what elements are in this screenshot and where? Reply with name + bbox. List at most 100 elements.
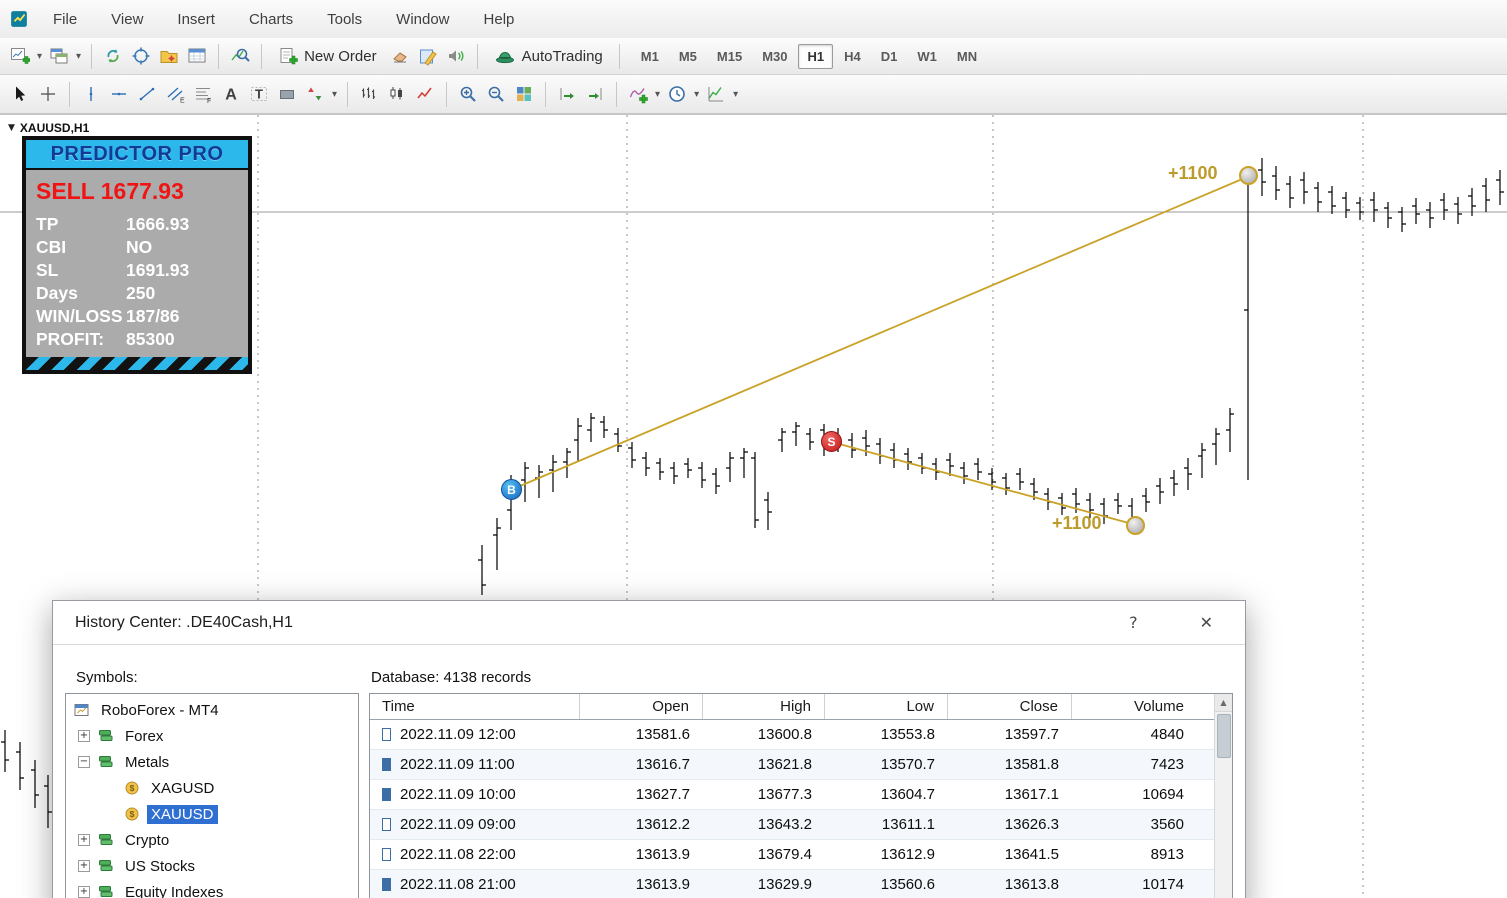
zoom-out-button[interactable]: [482, 80, 510, 108]
table-row[interactable]: 2022.11.08 21:00 13613.9 13629.9 13560.6…: [370, 870, 1232, 898]
menu-window[interactable]: Window: [379, 11, 466, 28]
scrollbar-thumb[interactable]: [1217, 714, 1231, 758]
timeframe-h1[interactable]: H1: [798, 43, 834, 69]
vertical-line-button[interactable]: [77, 80, 105, 108]
column-low[interactable]: Low: [825, 694, 948, 719]
chevron-down-icon[interactable]: ▾: [691, 89, 702, 100]
column-open[interactable]: Open: [580, 694, 703, 719]
horizontal-line-button[interactable]: [105, 80, 133, 108]
menu-tools[interactable]: Tools: [310, 11, 379, 28]
timeframe-mn[interactable]: MN: [948, 44, 986, 69]
tile-windows-button[interactable]: [510, 80, 538, 108]
expand-icon[interactable]: +: [78, 730, 90, 742]
menu-file[interactable]: File: [36, 11, 94, 28]
buy-signal-marker[interactable]: B: [501, 479, 522, 500]
sell-signal-marker[interactable]: S: [821, 431, 842, 452]
candlestick-mode-button[interactable]: [383, 80, 411, 108]
collapse-expand-icon[interactable]: −: [78, 756, 90, 768]
time-cell: 2022.11.09 10:00: [370, 780, 580, 809]
dialog-titlebar[interactable]: History Center: .DE40Cash,H1 ? ✕: [53, 601, 1245, 645]
chart-shift-button[interactable]: [581, 80, 609, 108]
menu-help[interactable]: Help: [467, 11, 532, 28]
eraser-button[interactable]: [386, 42, 414, 70]
table-row[interactable]: 2022.11.09 12:00 13581.6 13600.8 13553.8…: [370, 720, 1232, 750]
autotrading-button[interactable]: AutoTrading: [485, 41, 612, 71]
channel-button[interactable]: E: [161, 80, 189, 108]
zoom-out-icon: [488, 86, 504, 102]
bar-chart-mode-button[interactable]: [355, 80, 383, 108]
tree-item-crypto[interactable]: + Crypto: [66, 827, 358, 853]
arrows-button[interactable]: [301, 80, 329, 108]
predictor-row: CBI NO: [36, 236, 238, 259]
templates-button[interactable]: [702, 80, 730, 108]
new-chart-button[interactable]: [6, 42, 34, 70]
fibonacci-button[interactable]: F: [189, 80, 217, 108]
navigator-button[interactable]: [155, 42, 183, 70]
tree-item-forex[interactable]: + Forex: [66, 723, 358, 749]
timeframe-d1[interactable]: D1: [872, 44, 907, 69]
terminal-button[interactable]: [183, 42, 211, 70]
column-volume[interactable]: Volume: [1072, 694, 1197, 719]
tree-root-account[interactable]: RoboForex - MT4: [66, 697, 358, 723]
row-value: 1691.93: [126, 260, 190, 280]
column-close[interactable]: Close: [948, 694, 1072, 719]
periods-button[interactable]: [663, 80, 691, 108]
tree-item-xauusd[interactable]: $ XAUUSD: [66, 801, 358, 827]
chevron-down-icon[interactable]: ▾: [73, 51, 84, 62]
table-row[interactable]: 2022.11.09 10:00 13627.7 13677.3 13604.7…: [370, 780, 1232, 810]
profiles-button[interactable]: [45, 42, 73, 70]
refresh-button[interactable]: [99, 42, 127, 70]
line-chart-mode-button[interactable]: [411, 80, 439, 108]
text-tool-button[interactable]: A: [217, 80, 245, 108]
menu-charts[interactable]: Charts: [232, 11, 310, 28]
open-cell: 13627.7: [635, 786, 690, 803]
metaeditor-button[interactable]: [414, 42, 442, 70]
chevron-down-icon[interactable]: ▾: [34, 51, 45, 62]
table-row[interactable]: 2022.11.09 11:00 13616.7 13621.8 13570.7…: [370, 750, 1232, 780]
timeframe-h4[interactable]: H4: [835, 44, 870, 69]
column-high[interactable]: High: [703, 694, 825, 719]
chevron-down-icon[interactable]: ▾: [652, 89, 663, 100]
label-tool-button[interactable]: T: [245, 80, 273, 108]
database-records-label: Database: 4138 records: [371, 669, 532, 686]
expand-icon[interactable]: +: [78, 860, 90, 872]
trendline-button[interactable]: [133, 80, 161, 108]
tree-item-metals[interactable]: − Metals: [66, 749, 358, 775]
market-watch-button[interactable]: [127, 42, 155, 70]
table-row[interactable]: 2022.11.09 09:00 13612.2 13643.2 13611.1…: [370, 810, 1232, 840]
indicators-button[interactable]: [624, 80, 652, 108]
shapes-button[interactable]: [273, 80, 301, 108]
new-order-button[interactable]: New Order: [269, 41, 386, 71]
crosshair-button[interactable]: [34, 80, 62, 108]
timeframe-m1[interactable]: M1: [632, 44, 668, 69]
chevron-down-icon[interactable]: ▾: [730, 89, 741, 100]
table-scrollbar[interactable]: ▲: [1214, 694, 1232, 898]
scroll-up-icon[interactable]: ▲: [1215, 694, 1232, 712]
cursor-button[interactable]: [6, 80, 34, 108]
timeframe-w1[interactable]: W1: [908, 44, 946, 69]
column-time[interactable]: Time: [370, 694, 580, 719]
tree-item-us-stocks[interactable]: + US Stocks: [66, 853, 358, 879]
auto-scroll-button[interactable]: [553, 80, 581, 108]
timeframe-m30[interactable]: M30: [753, 44, 796, 69]
trendline-endpoint-icon[interactable]: [1126, 516, 1145, 535]
expand-icon[interactable]: +: [78, 886, 90, 898]
trendline-endpoint-icon[interactable]: [1239, 166, 1258, 185]
timeframe-m5[interactable]: M5: [670, 44, 706, 69]
chevron-down-icon[interactable]: ▾: [329, 89, 340, 100]
collapse-icon[interactable]: ▼: [8, 123, 15, 133]
menu-insert[interactable]: Insert: [160, 11, 232, 28]
timeframe-m15[interactable]: M15: [708, 44, 751, 69]
svg-text:$: $: [130, 783, 135, 793]
close-button[interactable]: ✕: [1190, 609, 1223, 636]
expand-icon[interactable]: +: [78, 834, 90, 846]
tree-item-equity-indexes[interactable]: + Equity Indexes: [66, 879, 358, 898]
sound-button[interactable]: [442, 42, 470, 70]
table-row[interactable]: 2022.11.08 22:00 13613.9 13679.4 13612.9…: [370, 840, 1232, 870]
help-button[interactable]: ?: [1119, 609, 1148, 636]
tree-item-xagusd[interactable]: $ XAGUSD: [66, 775, 358, 801]
zoom-in-button[interactable]: [454, 80, 482, 108]
strategy-tester-button[interactable]: [226, 42, 254, 70]
menu-view[interactable]: View: [94, 11, 160, 28]
predictor-row: PROFIT: 85300: [36, 328, 238, 351]
